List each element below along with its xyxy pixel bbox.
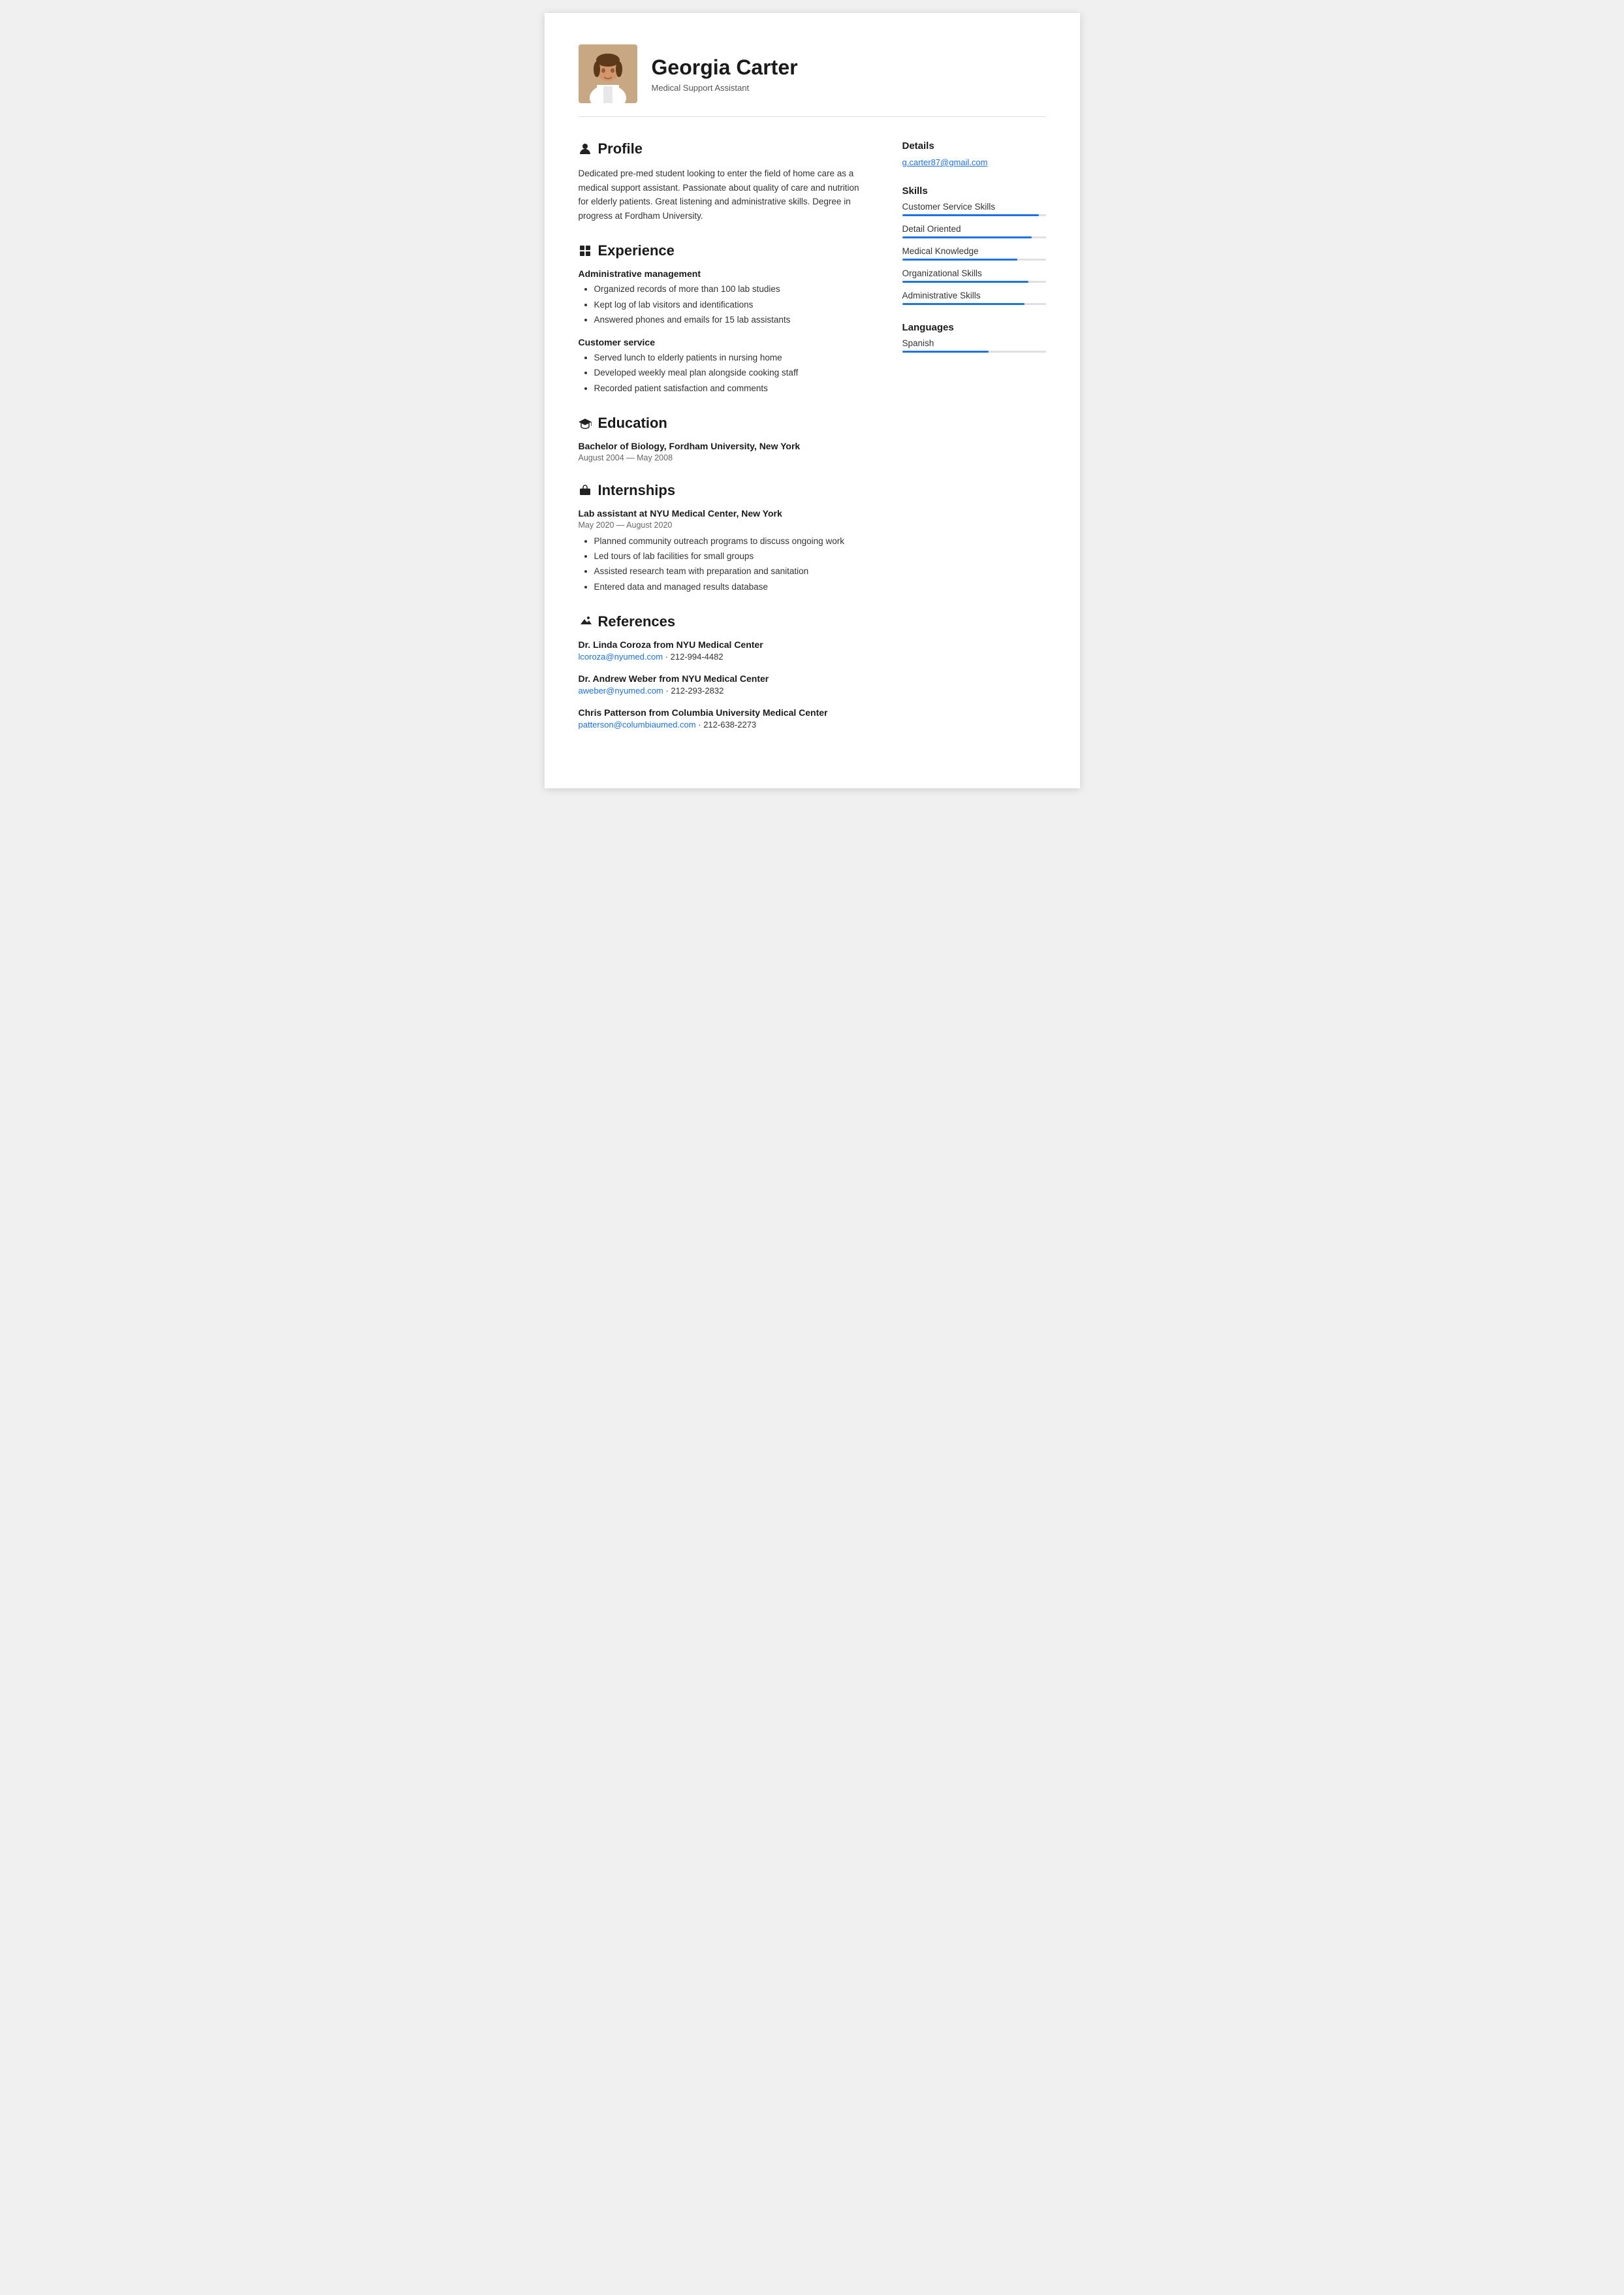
ref-email-2[interactable]: aweber@nyumed.com bbox=[579, 686, 663, 696]
avatar bbox=[579, 44, 637, 103]
internship-bullets: Planned community outreach programs to d… bbox=[579, 535, 871, 594]
ref-phone-3: 212-638-2273 bbox=[703, 720, 756, 730]
skill-bar-bg-4 bbox=[902, 303, 1046, 305]
references-title: References bbox=[598, 613, 676, 630]
education-degree: Bachelor of Biology, Fordham University,… bbox=[579, 441, 871, 451]
reference-item-2: Dr. Andrew Weber from NYU Medical Center… bbox=[579, 673, 871, 696]
language-name-0: Spanish bbox=[902, 338, 1046, 348]
ref-email-3[interactable]: patterson@columbiaumed.com bbox=[579, 720, 696, 730]
skill-item-3: Organizational Skills bbox=[902, 268, 1046, 283]
experience-section: Experience Administrative management Org… bbox=[579, 242, 871, 395]
job-title-1: Administrative management bbox=[579, 268, 871, 279]
profile-icon bbox=[579, 142, 592, 155]
internships-section-header: Internships bbox=[579, 482, 871, 499]
skill-item-2: Medical Knowledge bbox=[902, 246, 1046, 261]
bullet-item: Organized records of more than 100 lab s… bbox=[594, 283, 871, 296]
skill-bar-bg-2 bbox=[902, 259, 1046, 261]
ref-email-1[interactable]: lcoroza@nyumed.com bbox=[579, 652, 663, 662]
ref-phone-1: 212-994-4482 bbox=[671, 652, 724, 662]
bullet-item: Recorded patient satisfaction and commen… bbox=[594, 382, 871, 395]
profile-text: Dedicated pre-med student looking to ent… bbox=[579, 167, 871, 223]
languages-title: Languages bbox=[902, 322, 1046, 333]
skill-bar-bg-0 bbox=[902, 214, 1046, 216]
skill-item-0: Customer Service Skills bbox=[902, 202, 1046, 216]
candidate-name: Georgia Carter bbox=[652, 55, 1046, 80]
ref-contact-1: lcoroza@nyumed.com · 212-994-4482 bbox=[579, 652, 871, 662]
skills-section: Skills Customer Service Skills Detail Or… bbox=[902, 185, 1046, 305]
reference-item-1: Dr. Linda Coroza from NYU Medical Center… bbox=[579, 639, 871, 662]
ref-separator-1: · bbox=[665, 652, 671, 662]
education-icon bbox=[579, 417, 592, 430]
skill-name-4: Administrative Skills bbox=[902, 291, 1046, 300]
ref-contact-2: aweber@nyumed.com · 212-293-2832 bbox=[579, 686, 871, 696]
ref-name-1: Dr. Linda Coroza from NYU Medical Center bbox=[579, 639, 871, 650]
references-section-header: References bbox=[579, 613, 871, 630]
ref-phone-2: 212-293-2832 bbox=[671, 686, 724, 696]
skill-name-3: Organizational Skills bbox=[902, 268, 1046, 278]
internships-title: Internships bbox=[598, 482, 676, 499]
profile-section: Profile Dedicated pre-med student lookin… bbox=[579, 140, 871, 223]
ref-contact-3: patterson@columbiaumed.com · 212-638-227… bbox=[579, 720, 871, 730]
details-section: Details g.carter87@gmail.com bbox=[902, 140, 1046, 169]
header-text: Georgia Carter Medical Support Assistant bbox=[652, 55, 1046, 92]
bullet-item: Planned community outreach programs to d… bbox=[594, 535, 871, 548]
skill-bar-fill-3 bbox=[902, 281, 1029, 283]
job-title-2: Customer service bbox=[579, 337, 871, 347]
skill-name-2: Medical Knowledge bbox=[902, 246, 1046, 256]
education-title: Education bbox=[598, 415, 667, 432]
job-bullets-1: Organized records of more than 100 lab s… bbox=[579, 283, 871, 327]
profile-title: Profile bbox=[598, 140, 643, 157]
skill-name-0: Customer Service Skills bbox=[902, 202, 1046, 212]
profile-section-header: Profile bbox=[579, 140, 871, 157]
bullet-item: Served lunch to elderly patients in nurs… bbox=[594, 351, 871, 364]
references-icon bbox=[579, 615, 592, 628]
experience-section-header: Experience bbox=[579, 242, 871, 259]
ref-name-2: Dr. Andrew Weber from NYU Medical Center bbox=[579, 673, 871, 684]
skill-name-1: Detail Oriented bbox=[902, 224, 1046, 234]
skill-bar-bg-1 bbox=[902, 236, 1046, 238]
header: Georgia Carter Medical Support Assistant bbox=[579, 44, 1046, 117]
skill-bar-bg-3 bbox=[902, 281, 1046, 283]
experience-job-1: Administrative management Organized reco… bbox=[579, 268, 871, 327]
bullet-item: Kept log of lab visitors and identificat… bbox=[594, 298, 871, 312]
experience-icon bbox=[579, 244, 592, 257]
education-section: Education Bachelor of Biology, Fordham U… bbox=[579, 415, 871, 462]
bullet-item: Answered phones and emails for 15 lab as… bbox=[594, 313, 871, 327]
language-bar-fill-0 bbox=[902, 351, 989, 353]
bullet-item: Developed weekly meal plan alongside coo… bbox=[594, 366, 871, 379]
internship-dates: May 2020 — August 2020 bbox=[579, 521, 871, 530]
bullet-item: Led tours of lab facilities for small gr… bbox=[594, 550, 871, 563]
details-email[interactable]: g.carter87@gmail.com bbox=[902, 157, 988, 167]
ref-name-3: Chris Patterson from Columbia University… bbox=[579, 707, 871, 718]
right-column: Details g.carter87@gmail.com Skills Cust… bbox=[902, 140, 1046, 749]
language-bar-bg-0 bbox=[902, 351, 1046, 353]
education-section-header: Education bbox=[579, 415, 871, 432]
education-dates: August 2004 — May 2008 bbox=[579, 453, 871, 462]
experience-job-2: Customer service Served lunch to elderly… bbox=[579, 337, 871, 395]
main-layout: Profile Dedicated pre-med student lookin… bbox=[579, 140, 1046, 749]
language-item-0: Spanish bbox=[902, 338, 1046, 353]
candidate-title: Medical Support Assistant bbox=[652, 83, 1046, 93]
skill-bar-fill-1 bbox=[902, 236, 1032, 238]
internships-section: Internships Lab assistant at NYU Medical… bbox=[579, 482, 871, 594]
details-title: Details bbox=[902, 140, 1046, 152]
bullet-item: Entered data and managed results databas… bbox=[594, 581, 871, 594]
internship-title: Lab assistant at NYU Medical Center, New… bbox=[579, 508, 871, 519]
skill-item-1: Detail Oriented bbox=[902, 224, 1046, 238]
experience-title: Experience bbox=[598, 242, 675, 259]
resume-page: Georgia Carter Medical Support Assistant… bbox=[545, 13, 1080, 788]
reference-item-3: Chris Patterson from Columbia University… bbox=[579, 707, 871, 730]
skills-title: Skills bbox=[902, 185, 1046, 197]
languages-section: Languages Spanish bbox=[902, 322, 1046, 353]
skill-bar-fill-2 bbox=[902, 259, 1017, 261]
skill-bar-fill-0 bbox=[902, 214, 1039, 216]
job-bullets-2: Served lunch to elderly patients in nurs… bbox=[579, 351, 871, 395]
ref-separator-3: · bbox=[698, 720, 703, 730]
skill-item-4: Administrative Skills bbox=[902, 291, 1046, 305]
references-section: References Dr. Linda Coroza from NYU Med… bbox=[579, 613, 871, 730]
bullet-item: Assisted research team with preparation … bbox=[594, 565, 871, 578]
left-column: Profile Dedicated pre-med student lookin… bbox=[579, 140, 871, 749]
skill-bar-fill-4 bbox=[902, 303, 1025, 305]
internships-icon bbox=[579, 484, 592, 497]
